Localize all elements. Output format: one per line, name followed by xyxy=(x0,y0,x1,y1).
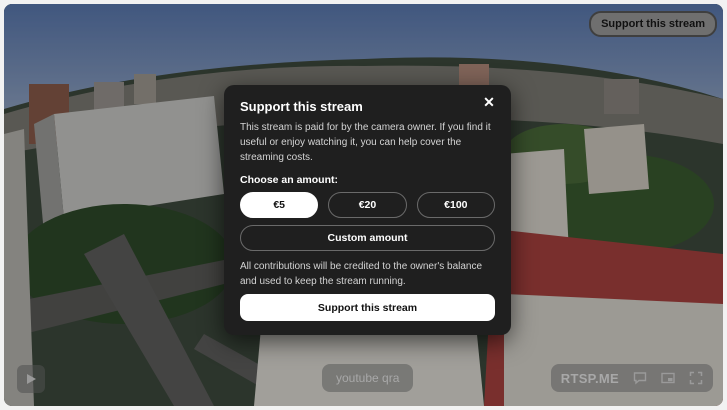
chat-icon[interactable] xyxy=(633,371,647,385)
picture-in-picture-icon[interactable] xyxy=(661,371,675,385)
support-dialog: Support this stream ✕ This stream is pai… xyxy=(224,85,511,335)
amount-option-100[interactable]: €100 xyxy=(416,192,495,218)
video-player[interactable]: Support this stream youtube qra RTSP.ME … xyxy=(4,4,723,406)
close-button[interactable]: ✕ xyxy=(481,94,497,110)
amount-option-5[interactable]: €5 xyxy=(240,192,319,218)
dialog-title: Support this stream xyxy=(240,99,363,114)
close-icon: ✕ xyxy=(483,93,495,110)
play-button[interactable] xyxy=(17,365,45,393)
fullscreen-icon[interactable] xyxy=(689,371,703,385)
support-submit-button[interactable]: Support this stream xyxy=(240,294,495,321)
player-controls: RTSP.ME xyxy=(550,364,713,392)
channel-label: youtube qra xyxy=(322,364,414,392)
choose-amount-label: Choose an amount: xyxy=(240,174,339,186)
dialog-description: This stream is paid for by the camera ow… xyxy=(240,122,491,163)
amount-option-20[interactable]: €20 xyxy=(328,192,407,218)
play-icon xyxy=(24,372,38,386)
custom-amount-button[interactable]: Custom amount xyxy=(240,225,495,251)
contribution-note: All contributions will be credited to th… xyxy=(240,261,483,287)
brand-logo[interactable]: RTSP.ME xyxy=(561,371,619,386)
amount-options: €5 €20 €100 xyxy=(240,192,495,218)
support-stream-top-button[interactable]: Support this stream xyxy=(589,11,717,37)
